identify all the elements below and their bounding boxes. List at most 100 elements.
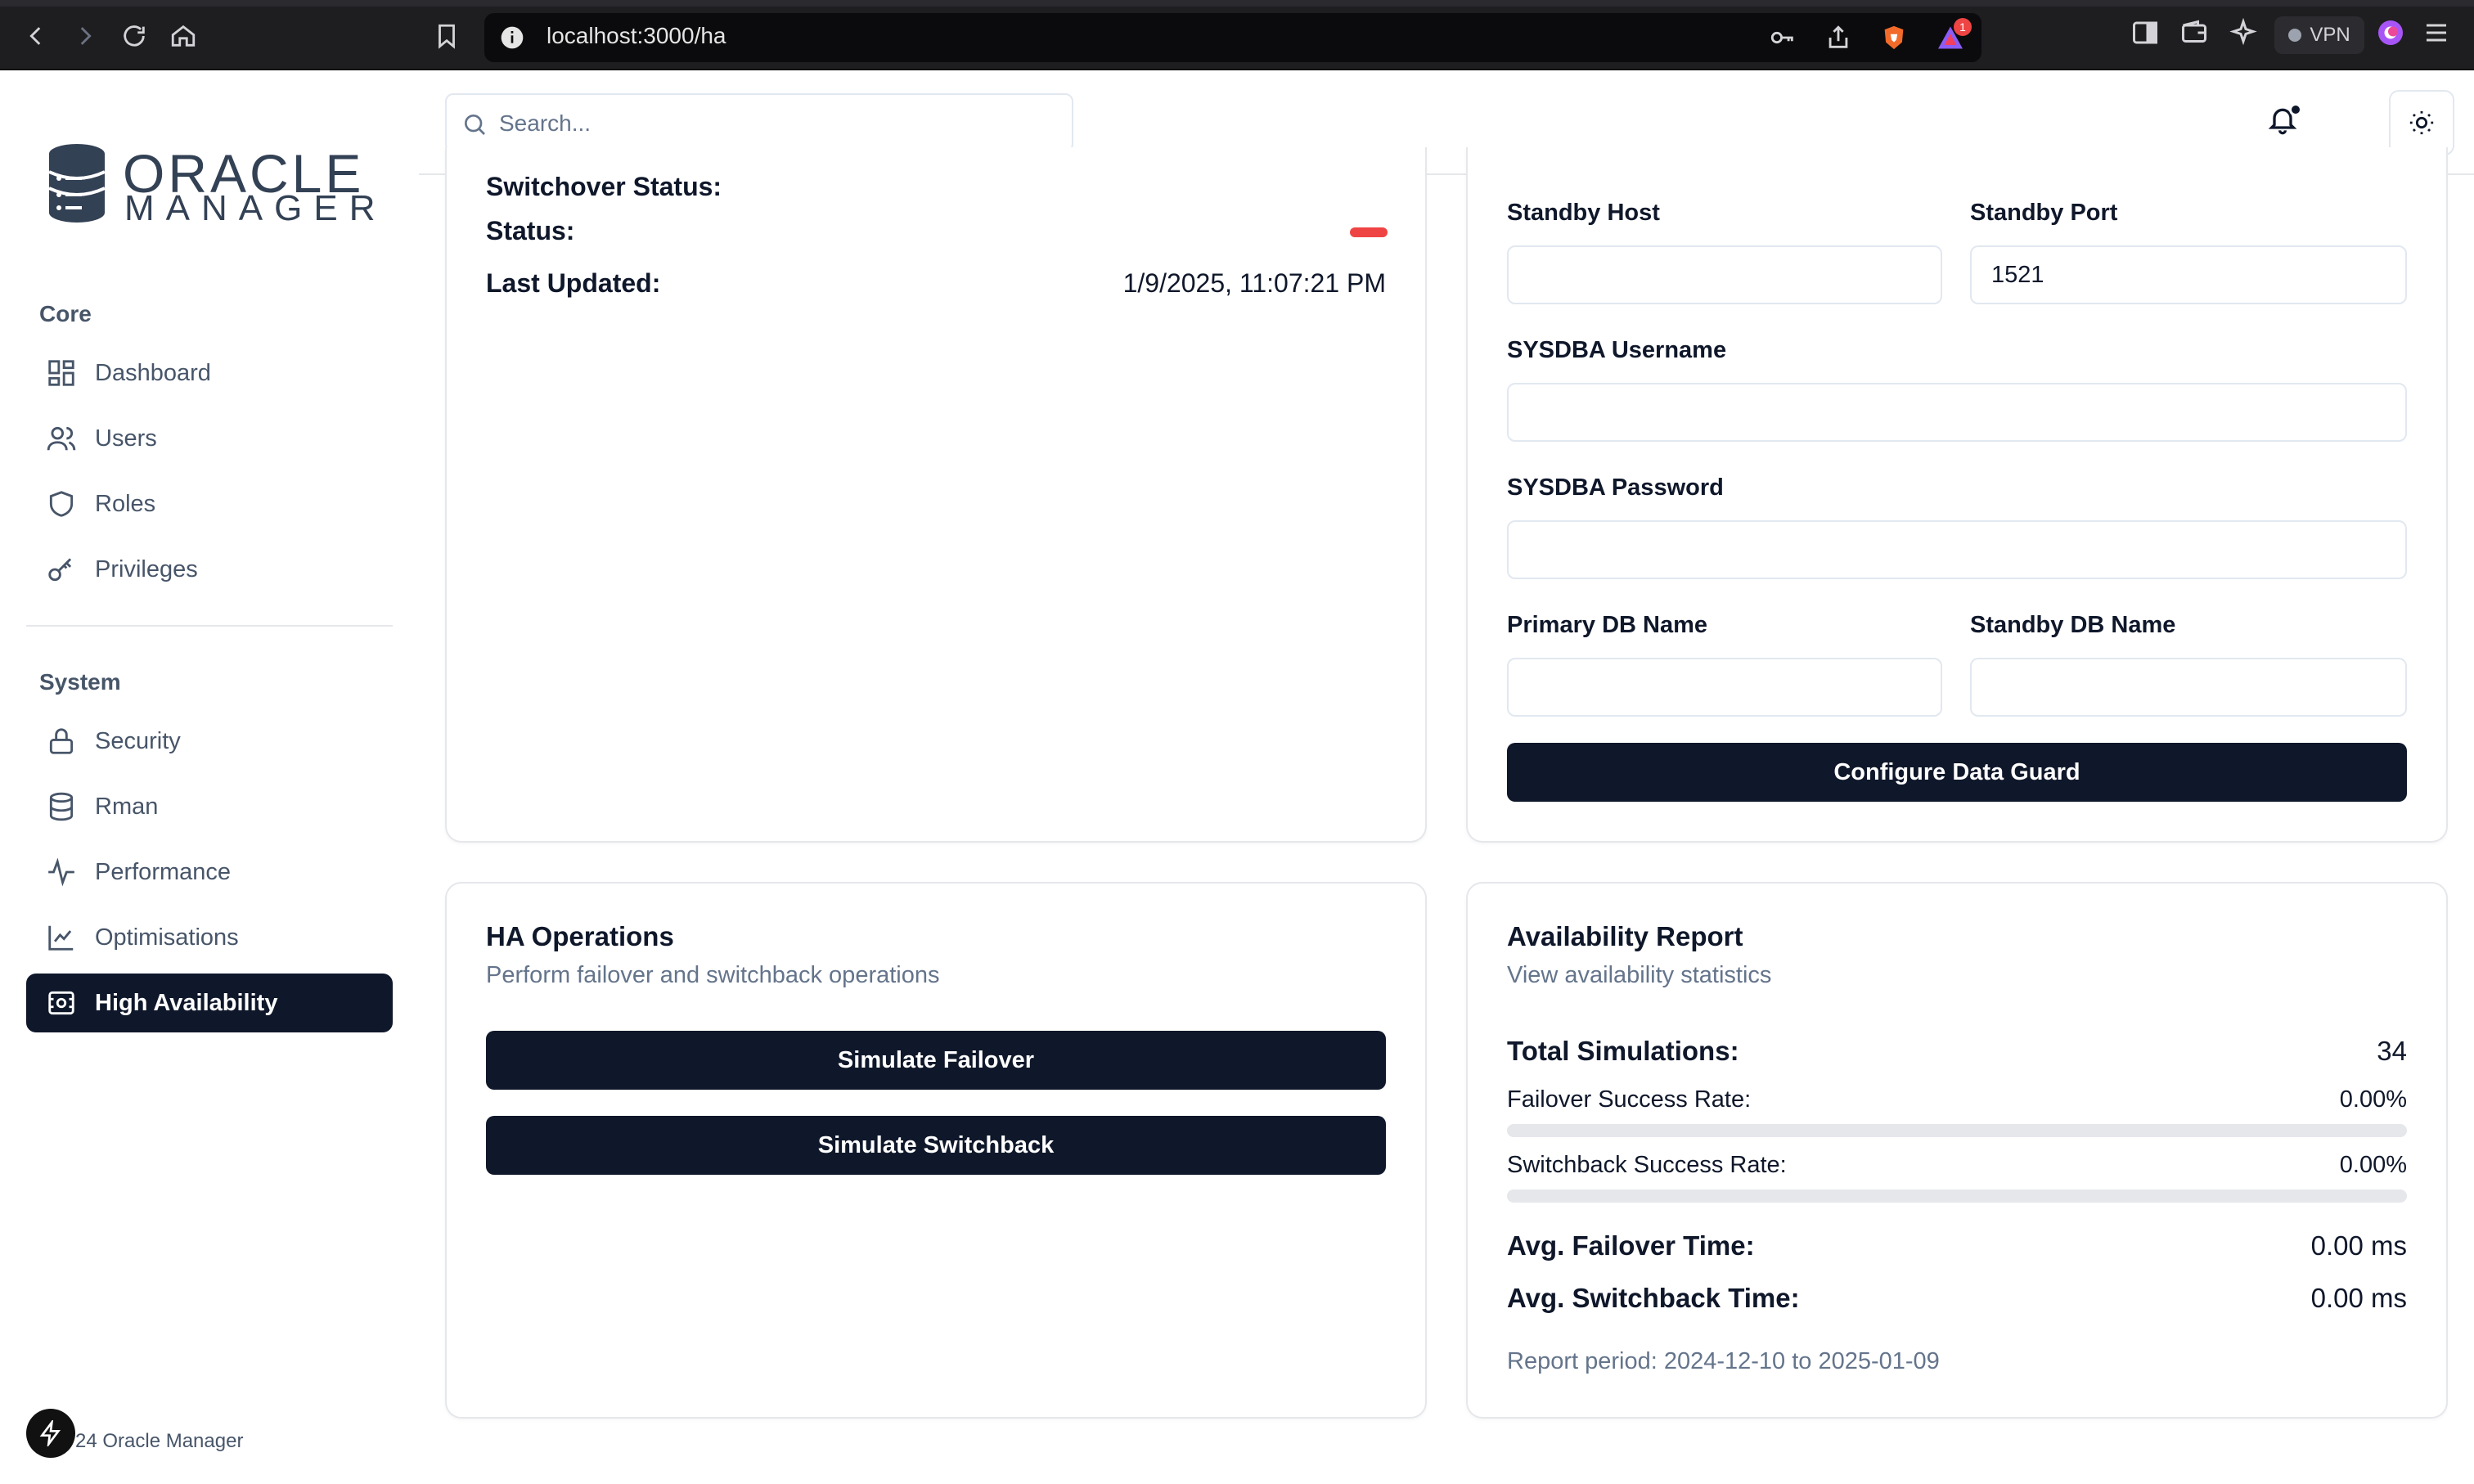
key-icon[interactable] (1769, 24, 1797, 52)
database-logo-icon (48, 144, 106, 223)
sidebar-item-dashboard[interactable]: Dashboard (26, 344, 393, 402)
app-logo[interactable]: ORACLE MANAGER (46, 142, 375, 232)
sidebar-item-roles[interactable]: Roles (26, 474, 393, 533)
sysdba-username-label: SYSDBA Username (1507, 337, 1727, 363)
sidebar-item-high-availability[interactable]: High Availability (26, 974, 393, 1032)
browser-tab-strip (0, 0, 2474, 7)
configure-data-guard-button[interactable]: Configure Data Guard (1507, 743, 2407, 802)
standby-db-name-label: Standby DB Name (1970, 612, 2176, 638)
url-text[interactable]: localhost:3000/ha (547, 23, 726, 49)
address-bar[interactable]: localhost:3000/ha 1 (484, 13, 1981, 62)
sidebar: ORACLE MANAGER Core Dashboard Users Role… (0, 70, 419, 1484)
sidebar-item-label: Privileges (95, 555, 198, 582)
status-indicator (1350, 227, 1388, 237)
avg-failover-time-value: 0.00 ms (2310, 1230, 2407, 1261)
site-info-icon[interactable] (499, 25, 525, 51)
failover-success-progress (1507, 1124, 2407, 1137)
home-icon[interactable] (167, 20, 200, 52)
switchback-success-rate-label: Switchback Success Rate: (1507, 1152, 1787, 1178)
dashboard-icon (48, 360, 74, 386)
simulate-failover-button[interactable]: Simulate Failover (486, 1031, 1386, 1090)
last-updated-value: 1/9/2025, 11:07:21 PM (1122, 268, 1386, 298)
theme-toggle-button[interactable] (2389, 90, 2454, 155)
sidebar-item-label: Security (95, 727, 181, 754)
line-chart-icon (48, 925, 74, 951)
notification-button[interactable] (2266, 103, 2302, 139)
sidebar-item-rman[interactable]: Rman (26, 777, 393, 836)
primary-db-name-label: Primary DB Name (1507, 612, 1707, 638)
sidebar-item-label: Rman (95, 793, 159, 820)
server-icon (48, 991, 74, 1015)
switchback-success-progress (1507, 1189, 2407, 1203)
availability-report-subtitle: View availability statistics (1507, 962, 1772, 988)
back-icon[interactable] (20, 20, 52, 52)
standby-port-input[interactable] (1970, 245, 2407, 304)
sidebar-item-label: Dashboard (95, 359, 211, 386)
sidebar-item-label: Optimisations (95, 924, 239, 951)
switchover-status-row: Switchover Status: (445, 177, 1427, 205)
shield-icon (49, 491, 74, 517)
browser-toolbar: localhost:3000/ha 1 VPN (0, 0, 2474, 70)
menu-icon[interactable] (2422, 18, 2454, 51)
reload-icon[interactable] (118, 20, 151, 52)
section-label-system: System (39, 669, 121, 695)
section-label-core: Core (39, 301, 92, 326)
profile-icon[interactable] (2376, 18, 2409, 51)
standby-host-input[interactable] (1507, 245, 1942, 304)
sysdba-password-label: SYSDBA Password (1507, 474, 1724, 501)
simulate-switchback-button[interactable]: Simulate Switchback (486, 1116, 1386, 1175)
avg-failover-time-label: Avg. Failover Time: (1507, 1230, 1755, 1261)
bookmark-icon[interactable] (430, 20, 463, 52)
failover-success-rate-label: Failover Success Rate: (1507, 1086, 1752, 1113)
logo-wordmark-bottom: MANAGER (124, 188, 387, 228)
switchback-success-rate-value: 0.00% (2339, 1152, 2407, 1178)
search-input[interactable] (499, 106, 1055, 141)
sun-icon (2409, 110, 2434, 135)
sidebar-item-security[interactable]: Security (26, 712, 393, 771)
sidebar-toggle-icon[interactable] (2130, 18, 2163, 51)
share-icon[interactable] (1824, 24, 1852, 52)
brave-shield-icon[interactable] (1880, 24, 1908, 52)
vpn-label: VPN (2310, 24, 2350, 46)
search-box[interactable] (445, 93, 1073, 152)
rewards-icon[interactable]: 1 (1936, 18, 1972, 52)
avg-switchback-time-value: 0.00 ms (2310, 1283, 2407, 1313)
sidebar-item-performance[interactable]: Performance (26, 843, 393, 902)
switchover-status-label: Switchover Status: (486, 177, 722, 201)
availability-report-title: Availability Report (1507, 921, 1743, 951)
report-period: Report period: 2024-12-10 to 2025-01-09 (1507, 1348, 1940, 1374)
notification-dot (2289, 103, 2302, 116)
wallet-icon[interactable] (2179, 18, 2212, 51)
sysdba-username-input[interactable] (1507, 383, 2407, 442)
sidebar-item-users[interactable]: Users (26, 409, 393, 468)
sidebar-divider (26, 625, 393, 627)
forward-icon[interactable] (69, 20, 101, 52)
switchover-status-card (445, 147, 1427, 843)
lock-icon (49, 728, 74, 754)
bolt-icon[interactable] (26, 1409, 75, 1458)
users-icon (47, 426, 76, 451)
sidebar-item-privileges[interactable]: Privileges (26, 540, 393, 599)
total-simulations-label: Total Simulations: (1507, 1036, 1739, 1066)
vpn-button[interactable]: VPN (2274, 16, 2364, 54)
standby-db-name-input[interactable] (1970, 658, 2407, 717)
sidebar-item-optimisations[interactable]: Optimisations (26, 908, 393, 967)
primary-db-name-input[interactable] (1507, 658, 1942, 717)
total-simulations-value: 34 (2377, 1036, 2407, 1066)
sidebar-item-label: High Availability (95, 989, 278, 1016)
leo-ai-icon[interactable] (2229, 17, 2261, 51)
vpn-status-dot (2288, 29, 2302, 42)
rewards-badge: 1 (1954, 18, 1972, 36)
sidebar-item-label: Performance (95, 858, 232, 885)
footer-copyright: 24 Oracle Manager (75, 1430, 244, 1452)
key-icon (48, 558, 72, 582)
ha-operations-title: HA Operations (486, 921, 674, 951)
standby-host-label: Standby Host (1507, 200, 1660, 226)
activity-icon (48, 857, 74, 887)
sidebar-item-label: Users (95, 425, 157, 452)
avg-switchback-time-label: Avg. Switchback Time: (1507, 1283, 1800, 1313)
standby-port-label: Standby Port (1970, 200, 2118, 226)
search-icon (465, 115, 485, 135)
sysdba-password-input[interactable] (1507, 520, 2407, 579)
sidebar-item-label: Roles (95, 490, 156, 517)
